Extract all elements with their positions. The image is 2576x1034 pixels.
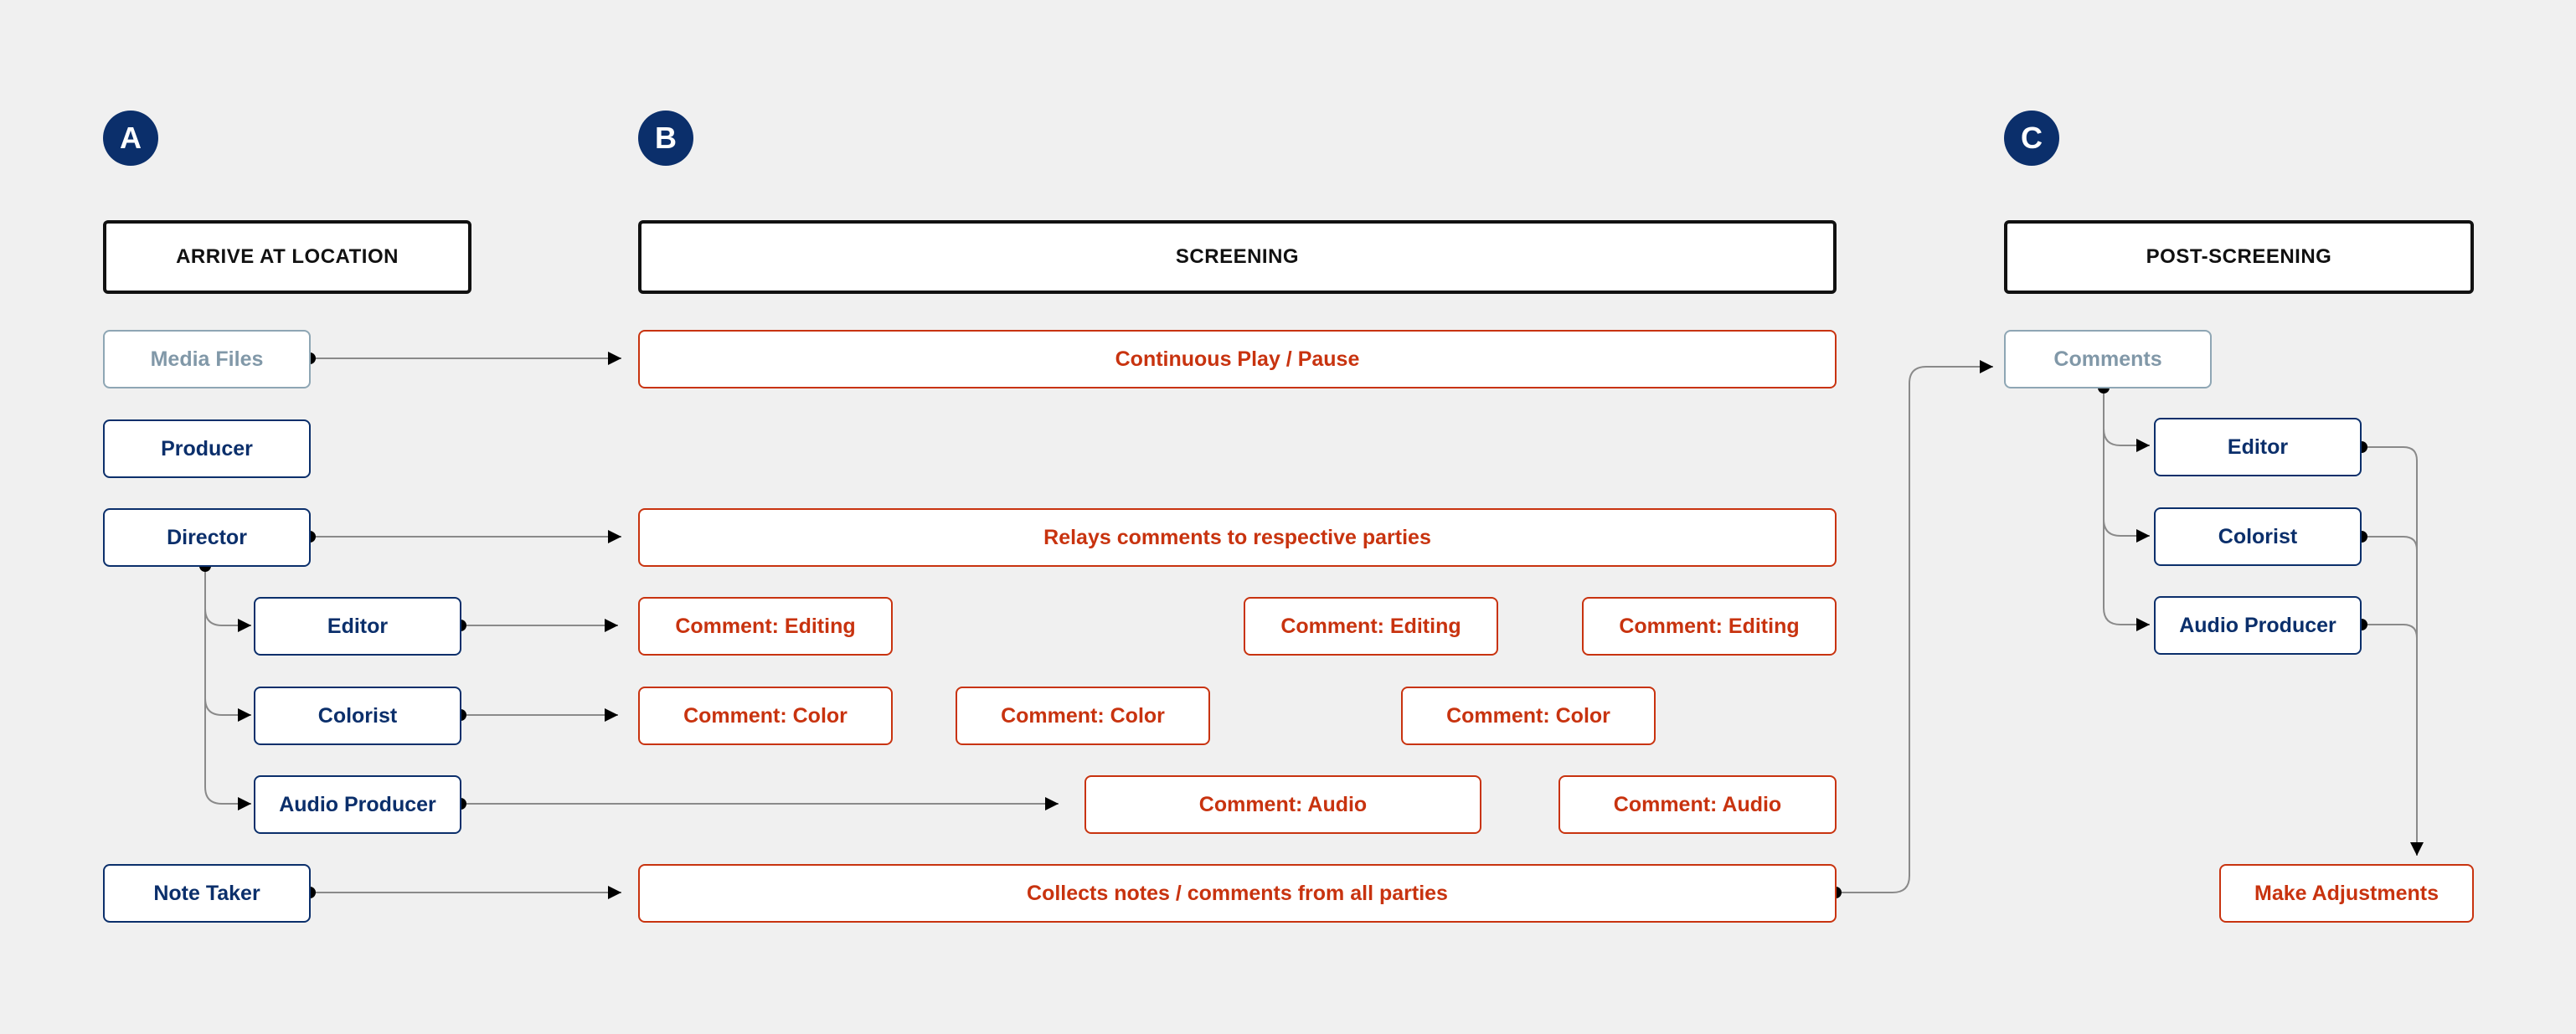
header-post-screening: POST-SCREENING (2004, 220, 2474, 294)
producer-box: Producer (103, 419, 311, 478)
note-taker-box: Note Taker (103, 864, 311, 923)
connector-c-colorist-out (2362, 536, 2418, 551)
collects-notes-box: Collects notes / comments from all parti… (638, 864, 1837, 923)
badge-a: A (103, 111, 158, 166)
comment-color-box: Comment: Color (956, 687, 1210, 745)
connector-comments-tree (2103, 388, 2150, 631)
connector-comments-to-colorist (2103, 518, 2150, 543)
comment-editing-box: Comment: Editing (638, 597, 893, 656)
media-files-box: Media Files (103, 330, 311, 388)
connector-director-tree (204, 566, 251, 810)
relays-comments-box: Relays comments to respective parties (638, 508, 1837, 567)
editor-box: Editor (254, 597, 461, 656)
c-colorist-box: Colorist (2154, 507, 2362, 566)
connector-comments-to-editor (2103, 428, 2150, 452)
connector-c-audio-out (2362, 624, 2418, 639)
c-audio-producer-box: Audio Producer (2154, 596, 2362, 655)
comment-editing-box: Comment: Editing (1244, 597, 1498, 656)
director-box: Director (103, 508, 311, 567)
comment-color-box: Comment: Color (638, 687, 893, 745)
comment-color-box: Comment: Color (1401, 687, 1656, 745)
badge-b: B (638, 111, 693, 166)
comment-audio-box: Comment: Audio (1558, 775, 1837, 834)
connector-c-editor-out (2362, 446, 2424, 856)
comment-editing-box: Comment: Editing (1582, 597, 1837, 656)
connector-director-to-editor (204, 608, 251, 632)
header-screening: SCREENING (638, 220, 1837, 294)
continuous-play-pause-box: Continuous Play / Pause (638, 330, 1837, 388)
comment-audio-box: Comment: Audio (1084, 775, 1481, 834)
audio-producer-box: Audio Producer (254, 775, 461, 834)
colorist-box: Colorist (254, 687, 461, 745)
make-adjustments-box: Make Adjustments (2219, 864, 2474, 923)
header-arrive-at-location: ARRIVE AT LOCATION (103, 220, 471, 294)
comments-box: Comments (2004, 330, 2212, 388)
c-editor-box: Editor (2154, 418, 2362, 476)
connector-collects-to-comments (1836, 360, 1993, 893)
workflow-diagram: A B C ARRIVE AT LOCATION SCREENING POST-… (0, 0, 2576, 1034)
badge-c: C (2004, 111, 2059, 166)
connector-director-to-colorist (204, 697, 251, 722)
